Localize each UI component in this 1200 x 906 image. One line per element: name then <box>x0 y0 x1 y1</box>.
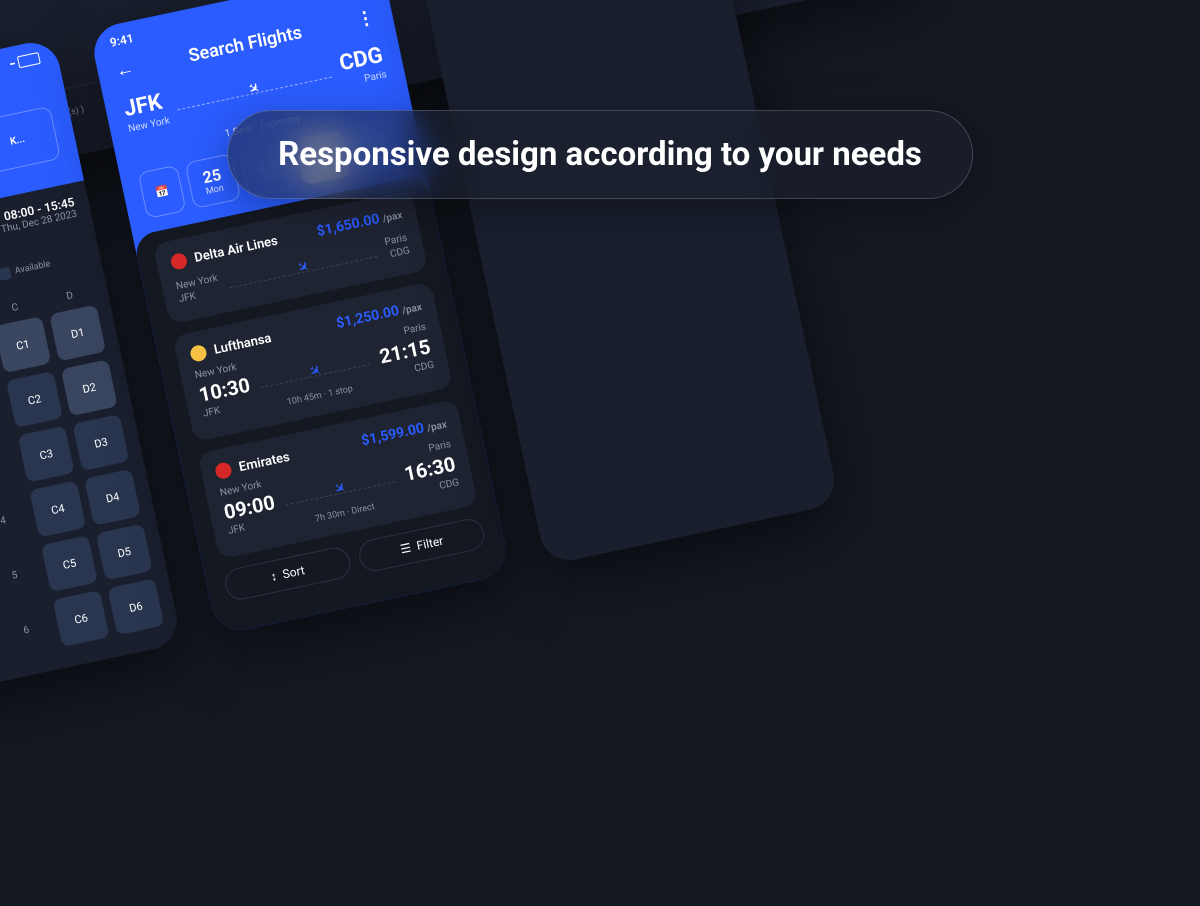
seat-C2[interactable]: C2 <box>6 371 63 428</box>
seat-D4[interactable]: D4 <box>84 469 141 526</box>
seat-C1[interactable]: C1 <box>0 316 51 373</box>
passenger-chip[interactable]: 3K... <box>0 106 61 176</box>
calendar-button[interactable]: 📅 <box>138 165 187 219</box>
seat-C6[interactable]: C6 <box>53 590 110 647</box>
seat-D1[interactable]: D1 <box>49 305 106 362</box>
seat-C4[interactable]: C4 <box>29 480 86 537</box>
seat-C5[interactable]: C5 <box>41 535 98 592</box>
more-icon[interactable]: ⋮ <box>355 7 377 31</box>
seat-C3[interactable]: C3 <box>18 426 75 483</box>
seat-D2[interactable]: D2 <box>61 359 118 416</box>
headline-bubble: Responsive design according to your need… <box>227 110 973 199</box>
back-icon[interactable]: ← <box>114 58 136 82</box>
headline-text: Responsive design according to your need… <box>278 135 922 174</box>
seat-D6[interactable]: D6 <box>107 578 164 635</box>
seat-D3[interactable]: D3 <box>72 414 129 471</box>
seat-D5[interactable]: D5 <box>96 524 153 581</box>
